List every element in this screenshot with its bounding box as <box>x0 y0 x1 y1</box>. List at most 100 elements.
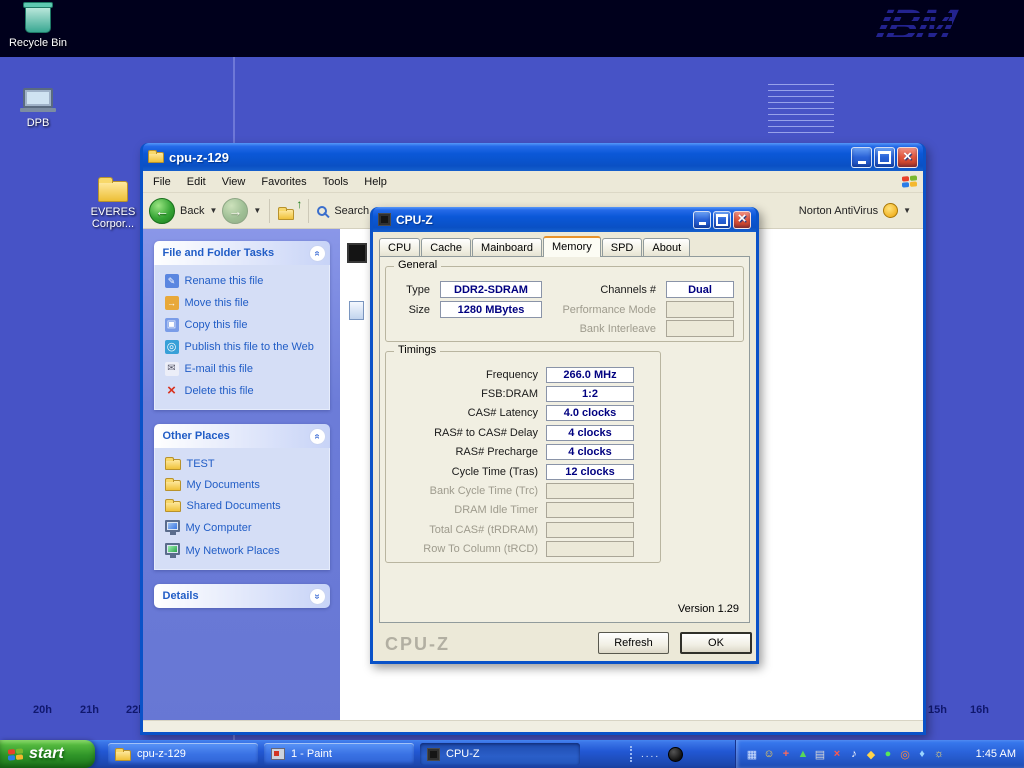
timing-label: FSB:DRAM <box>386 388 546 400</box>
task-copy[interactable]: Copy this file <box>165 318 323 332</box>
timing-label: DRAM Idle Timer <box>386 504 546 516</box>
timezone-label: 21h <box>80 704 99 716</box>
menu-file[interactable]: File <box>145 173 179 191</box>
other-places-title: Other Places <box>163 430 230 442</box>
cpuz-close-button[interactable] <box>733 211 751 229</box>
place-test[interactable]: TEST <box>165 457 323 470</box>
tray-status-icon[interactable] <box>880 746 896 762</box>
menu-help[interactable]: Help <box>356 173 395 191</box>
tab-cache[interactable]: Cache <box>421 238 471 256</box>
taskbar-app-icon[interactable] <box>668 747 683 762</box>
task-copy-label: Copy this file <box>185 319 248 331</box>
back-dropdown-icon[interactable]: ▼ <box>209 206 217 215</box>
refresh-button[interactable]: Refresh <box>598 632 669 654</box>
tab-spd[interactable]: SPD <box>602 238 643 256</box>
channels-field: Dual <box>666 281 734 298</box>
cpuz-client-area: CPU Cache Mainboard Memory SPD About Gen… <box>373 232 756 661</box>
tab-mainboard[interactable]: Mainboard <box>472 238 542 256</box>
folder-icon <box>165 480 181 491</box>
folder-icon <box>278 209 294 220</box>
menu-tools[interactable]: Tools <box>315 173 357 191</box>
details-header[interactable]: Details <box>154 584 330 608</box>
task-email[interactable]: E-mail this file <box>165 362 323 376</box>
file-icon[interactable] <box>349 301 364 320</box>
forward-button[interactable]: → <box>222 198 248 224</box>
tray-update-icon[interactable] <box>795 746 811 762</box>
timings-groupbox: Timings Frequency 266.0 MHz FSB:DRAM 1:2… <box>385 351 661 563</box>
horizontal-scrollbar[interactable] <box>143 720 923 732</box>
everes-desktop-icon[interactable]: EVERES Corpor... <box>77 181 149 230</box>
start-button[interactable]: start <box>0 740 95 768</box>
task-delete[interactable]: Delete this file <box>165 384 323 398</box>
tab-memory[interactable]: Memory <box>543 236 601 257</box>
menu-favorites[interactable]: Favorites <box>253 173 314 191</box>
norton-dropdown-icon[interactable]: ▼ <box>903 206 911 215</box>
forward-dropdown-icon[interactable]: ▼ <box>253 206 261 215</box>
taskbar-item-cpuz[interactable]: CPU-Z <box>420 743 580 765</box>
maximize-button[interactable] <box>874 147 895 168</box>
timing-label: RAS# Precharge <box>386 446 546 458</box>
folder-icon <box>98 181 128 202</box>
place-my-documents[interactable]: My Documents <box>165 478 323 491</box>
task-rename[interactable]: Rename this file <box>165 274 323 288</box>
close-button[interactable] <box>897 147 918 168</box>
timing-value-field <box>546 502 634 518</box>
place-my-computer[interactable]: My Computer <box>165 520 323 535</box>
expand-chevron-icon[interactable] <box>309 588 326 605</box>
collapse-chevron-icon[interactable] <box>309 428 326 445</box>
tray-volume-icon[interactable] <box>846 746 862 762</box>
memory-size-label: Size <box>388 304 430 316</box>
up-folder-button[interactable] <box>278 202 300 220</box>
tray-device-icon[interactable] <box>914 746 930 762</box>
explorer-titlebar[interactable]: cpu-z-129 <box>143 143 923 171</box>
cpuz-maximize-button[interactable] <box>713 211 731 229</box>
search-button-label[interactable]: Search <box>334 205 369 217</box>
recycle-bin-desktop-icon[interactable]: Recycle Bin <box>2 3 74 49</box>
tray-antivirus-icon[interactable] <box>863 746 879 762</box>
toolbar-dots-button[interactable]: .... <box>641 749 660 760</box>
file-tasks-header[interactable]: File and Folder Tasks <box>154 241 330 265</box>
web-globe-icon <box>165 340 179 354</box>
tray-monitor-icon[interactable] <box>897 746 913 762</box>
tray-messenger-icon[interactable] <box>761 746 777 762</box>
back-button-label[interactable]: Back <box>180 205 204 217</box>
menu-edit[interactable]: Edit <box>179 173 214 191</box>
dpb-desktop-icon[interactable]: DPB <box>2 88 74 129</box>
timing-row-total-cas: Total CAS# (tRDRAM) <box>386 520 660 539</box>
folder-icon <box>115 750 131 761</box>
cpuz-window-title: CPU-Z <box>396 213 433 227</box>
general-groupbox-title: General <box>394 259 441 271</box>
taskbar-item-paint[interactable]: 1 - Paint <box>264 743 414 765</box>
cpuz-titlebar[interactable]: CPU-Z <box>373 207 756 232</box>
place-shared-documents[interactable]: Shared Documents <box>165 499 323 512</box>
taskbar-clock[interactable]: 1:45 AM <box>970 748 1016 760</box>
timing-value-field: 4 clocks <box>546 444 634 460</box>
menu-view[interactable]: View <box>214 173 254 191</box>
ok-button[interactable]: OK <box>680 632 752 654</box>
minimize-button[interactable] <box>851 147 872 168</box>
timing-row-ras-to-cas: RAS# to CAS# Delay 4 clocks <box>386 423 660 442</box>
tray-network-icon[interactable] <box>744 746 760 762</box>
other-places-header[interactable]: Other Places <box>154 424 330 448</box>
tab-cpu[interactable]: CPU <box>379 238 420 256</box>
tab-about[interactable]: About <box>643 238 690 256</box>
task-publish-web[interactable]: Publish this file to the Web <box>165 340 323 354</box>
cpuz-exe-file-icon[interactable] <box>347 243 367 263</box>
tray-printer-icon[interactable] <box>812 746 828 762</box>
task-move[interactable]: Move this file <box>165 296 323 310</box>
collapse-chevron-icon[interactable] <box>309 245 326 262</box>
back-button[interactable]: ← <box>149 198 175 224</box>
norton-antivirus-button[interactable]: Norton AntiVirus ▼ <box>799 203 917 218</box>
folder-icon <box>148 152 164 163</box>
place-my-network[interactable]: My Network Places <box>165 543 323 558</box>
toolbar-grip[interactable] <box>630 746 633 762</box>
cpuz-minimize-button[interactable] <box>693 211 711 229</box>
toolbar-separator <box>269 199 270 223</box>
tray-scheduler-icon[interactable] <box>931 746 947 762</box>
search-icon[interactable] <box>317 206 327 216</box>
tray-alert-icon[interactable] <box>829 746 845 762</box>
task-delete-label: Delete this file <box>185 385 254 397</box>
tray-health-icon[interactable] <box>778 746 794 762</box>
taskbar-item-explorer[interactable]: cpu-z-129 <box>108 743 258 765</box>
timing-label: Total CAS# (tRDRAM) <box>386 524 546 536</box>
